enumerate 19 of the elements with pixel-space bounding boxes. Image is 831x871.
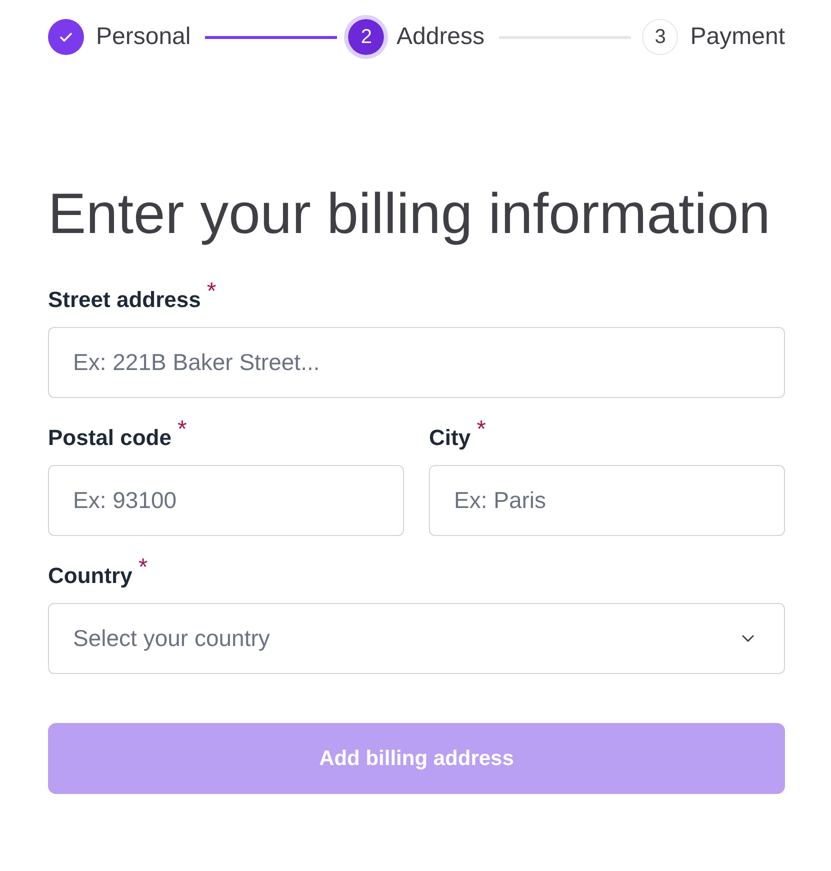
step-label: Address bbox=[396, 22, 485, 52]
field-label: Street address bbox=[48, 287, 201, 313]
required-mark: * bbox=[206, 279, 216, 305]
chevron-down-icon bbox=[742, 635, 754, 642]
required-mark: * bbox=[476, 417, 486, 443]
select-field[interactable]: Select your country bbox=[48, 603, 785, 674]
required-mark: * bbox=[138, 555, 148, 581]
input-field[interactable]: Ex: 93100 bbox=[48, 465, 404, 536]
input-field[interactable]: Ex: 221B Baker Street... bbox=[48, 327, 785, 398]
step-number: 3 bbox=[642, 19, 678, 55]
input-field[interactable]: Ex: Paris bbox=[429, 465, 785, 536]
field-label: Country bbox=[48, 563, 132, 589]
field-label: Postal code bbox=[48, 425, 172, 451]
page-heading: Enter your billing information bbox=[48, 181, 772, 248]
field-label: City bbox=[429, 425, 471, 451]
required-mark: * bbox=[177, 417, 187, 443]
step-label: Payment bbox=[690, 22, 785, 52]
step-label: Personal bbox=[96, 22, 191, 52]
step-number: 2 bbox=[344, 15, 388, 59]
